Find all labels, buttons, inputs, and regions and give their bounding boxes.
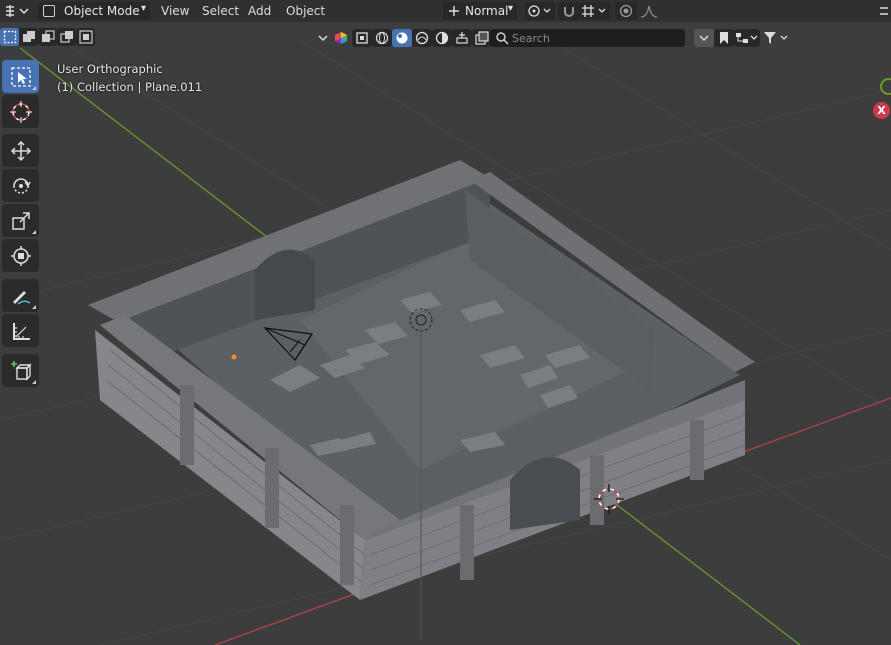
- chevron-down-icon: ▾: [140, 3, 146, 14]
- viewport-header: Object Mode ▾ View Select Add Object Nor…: [0, 0, 891, 22]
- chevron-down-icon: ▾: [507, 3, 513, 14]
- origin-point: [231, 354, 237, 360]
- more-icon: [879, 7, 888, 15]
- hierarchy-icon: [736, 33, 758, 43]
- add-cube-icon: [10, 360, 32, 381]
- magnet-icon: [564, 7, 574, 17]
- gizmo-icon: [456, 32, 468, 44]
- shading-material-button[interactable]: [412, 29, 432, 47]
- collection-info: (1) Collection | Plane.011: [57, 80, 203, 94]
- scale-icon: [11, 211, 30, 230]
- falloff-curve-icon: [640, 5, 658, 18]
- select-box-icon: [10, 66, 31, 87]
- falloff-button[interactable]: [638, 2, 668, 20]
- tool-cursor[interactable]: [2, 95, 39, 128]
- proportional-edit-button[interactable]: [615, 2, 637, 20]
- editor-type-icon: [6, 5, 29, 17]
- bookmark-button[interactable]: [714, 29, 734, 47]
- object-type-visibility-button[interactable]: [332, 29, 350, 47]
- header-overflow[interactable]: [876, 2, 891, 20]
- chevron-down-icon: [318, 35, 328, 42]
- orientation-icon: [447, 4, 461, 21]
- select-intersect-button[interactable]: [76, 28, 95, 46]
- color-wheel-icon: [335, 32, 347, 44]
- orientation-label: Normal: [465, 4, 509, 18]
- select-subtract-button[interactable]: [38, 28, 57, 46]
- collapse-button[interactable]: [316, 29, 330, 47]
- tool-select-box[interactable]: [2, 60, 39, 93]
- tool-move[interactable]: [2, 134, 39, 167]
- shading-solid-button[interactable]: [392, 29, 412, 47]
- tool-add-cube[interactable]: [2, 354, 39, 387]
- mode-select[interactable]: Object Mode ▾: [38, 2, 150, 20]
- tool-measure[interactable]: [2, 314, 39, 347]
- annotate-icon: [12, 290, 30, 305]
- measure-icon: [12, 322, 30, 340]
- tool-rotate[interactable]: [2, 169, 39, 202]
- shading-rendered-button[interactable]: [432, 29, 452, 47]
- menu-select[interactable]: Select: [202, 2, 239, 20]
- shading-wireframe-button[interactable]: [372, 29, 392, 47]
- material-sphere-icon: [415, 31, 429, 45]
- select-extend-button[interactable]: [19, 28, 38, 46]
- transform-icon: [10, 245, 31, 266]
- tool-annotate[interactable]: [2, 279, 39, 312]
- overlay-icon: [475, 31, 489, 45]
- select-extend-icon: [22, 31, 35, 42]
- editor-type-button[interactable]: [2, 2, 34, 20]
- wireframe-sphere-icon: [375, 31, 389, 45]
- tool-options-corner: [32, 230, 36, 234]
- hierarchy-button[interactable]: [734, 29, 760, 47]
- rotate-icon: [12, 177, 31, 194]
- search-field[interactable]: [490, 29, 685, 47]
- chevron-down-icon: [699, 35, 709, 42]
- object-mode-icon: [43, 5, 55, 17]
- viewport-info: User Orthographic (1) Collection | Plane…: [57, 60, 202, 96]
- select-new-button[interactable]: [0, 28, 19, 46]
- selection-mode-group: [0, 28, 95, 48]
- toggle-xray-button[interactable]: [352, 29, 372, 47]
- 3d-viewport[interactable]: [0, 0, 891, 645]
- select-invert-icon: [59, 31, 73, 43]
- bookmark-icon: [720, 32, 728, 44]
- viewport-gizmos-button[interactable]: [452, 29, 472, 47]
- search-input[interactable]: [512, 29, 680, 47]
- tool-options-corner: [32, 86, 36, 90]
- proportional-edit-icon: [619, 4, 633, 18]
- funnel-icon: [764, 32, 788, 44]
- mode-label: Object Mode: [64, 4, 140, 18]
- rendered-sphere-icon: [435, 31, 449, 45]
- search-filter-toggle[interactable]: [694, 29, 714, 47]
- pivot-icon: [528, 5, 551, 17]
- select-new-icon: [3, 30, 16, 44]
- menu-object[interactable]: Object: [286, 2, 325, 20]
- transform-orientation-select[interactable]: Normal ▾: [443, 2, 517, 20]
- gizmo-x-axis[interactable]: X: [873, 102, 890, 119]
- menu-add[interactable]: Add: [248, 2, 271, 20]
- gizmo-y-axis[interactable]: [880, 78, 891, 95]
- tool-options-corner: [32, 305, 36, 309]
- menu-view[interactable]: View: [161, 2, 189, 20]
- pivot-point-button[interactable]: [525, 2, 555, 20]
- snap-target-button[interactable]: [580, 2, 610, 20]
- select-invert-button[interactable]: [57, 28, 76, 46]
- select-intersect-icon: [78, 30, 93, 44]
- search-icon: [495, 31, 509, 48]
- tool-options-corner: [32, 380, 36, 384]
- xray-icon: [356, 32, 368, 44]
- select-subtract-icon: [41, 30, 55, 42]
- move-icon: [10, 140, 31, 161]
- solid-sphere-icon: [396, 32, 408, 44]
- tool-transform[interactable]: [2, 239, 39, 272]
- filter-button[interactable]: [762, 29, 792, 47]
- snap-grid-icon: [582, 5, 606, 17]
- overlays-button[interactable]: [472, 29, 492, 47]
- tool-scale[interactable]: [2, 204, 39, 237]
- cursor-icon: [9, 100, 32, 123]
- view-name: User Orthographic: [57, 62, 163, 76]
- snap-toggle-button[interactable]: [558, 2, 580, 20]
